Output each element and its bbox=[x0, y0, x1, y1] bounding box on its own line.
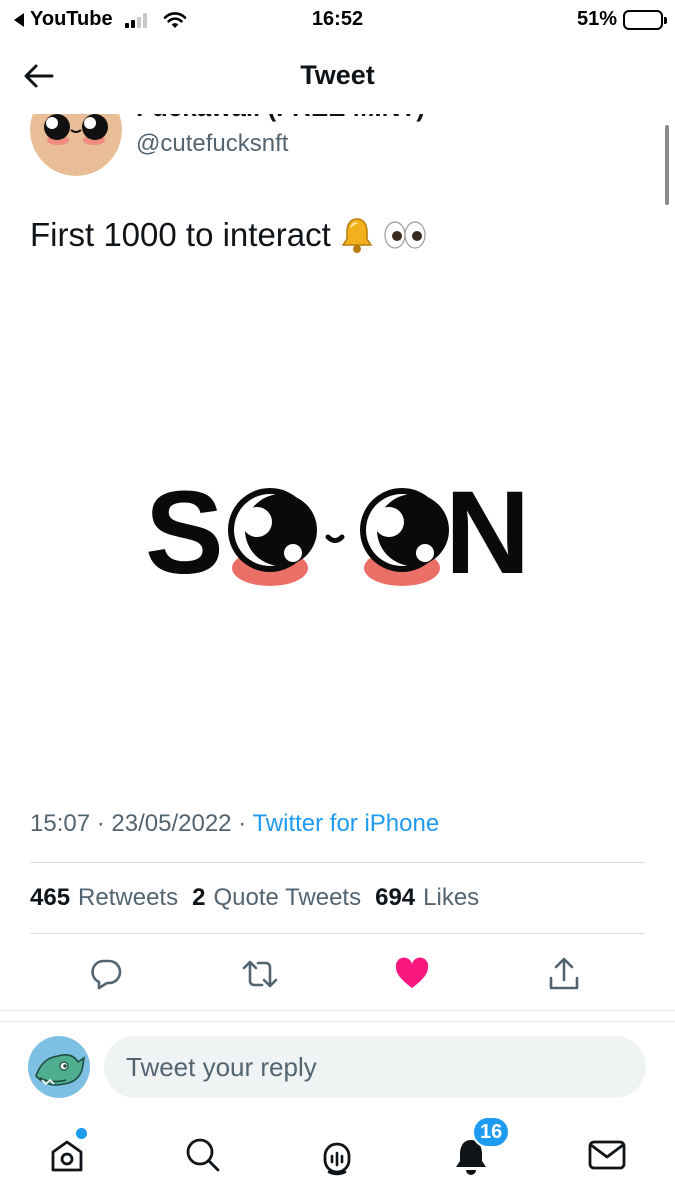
messages-icon bbox=[588, 1140, 626, 1170]
quotes-label: Quote Tweets bbox=[213, 884, 362, 911]
svg-text:N: N bbox=[445, 470, 530, 595]
tab-notifications[interactable]: 16 bbox=[446, 1116, 511, 1180]
page-title: Tweet bbox=[300, 60, 375, 90]
tweet-actions bbox=[0, 952, 675, 996]
search-icon bbox=[186, 1138, 220, 1172]
tab-messages[interactable] bbox=[582, 1130, 632, 1180]
meta-separator: · bbox=[96, 810, 105, 837]
tab-spaces[interactable] bbox=[312, 1130, 362, 1180]
tweet-stats: 465 Retweets 2 Quote Tweets 694 Likes bbox=[30, 884, 479, 912]
battery-icon bbox=[623, 9, 667, 30]
retweets-label: Retweets bbox=[78, 884, 179, 911]
like-button[interactable] bbox=[390, 952, 434, 996]
svg-text:S: S bbox=[145, 470, 224, 595]
notifications-badge: 16 bbox=[472, 1116, 511, 1148]
meta-separator-2: · bbox=[238, 810, 247, 837]
home-new-dot bbox=[76, 1128, 87, 1139]
tweet-date: 23/05/2022 bbox=[111, 810, 232, 837]
tab-search[interactable] bbox=[178, 1130, 228, 1180]
tweet-source-link[interactable]: Twitter for iPhone bbox=[252, 810, 439, 837]
tweet-body: First 1000 to interact bbox=[30, 216, 331, 253]
bottom-tab-bar: 16 bbox=[0, 1116, 675, 1200]
likes-label: Likes bbox=[423, 884, 480, 911]
tweet-time: 15:07 bbox=[30, 810, 91, 837]
retweets-stat[interactable]: 465 Retweets bbox=[30, 884, 178, 912]
status-bar: YouTube 16:52 51% bbox=[0, 0, 675, 38]
share-button[interactable] bbox=[542, 952, 586, 996]
section-separator bbox=[0, 1010, 675, 1022]
reply-button[interactable] bbox=[84, 952, 128, 996]
quote-tweets-stat[interactable]: 2 Quote Tweets bbox=[192, 884, 361, 912]
author-handle[interactable]: @cutefucksnft bbox=[136, 130, 288, 158]
like-icon bbox=[395, 957, 429, 988]
battery-status: 51% bbox=[576, 8, 667, 31]
tweet-media-image[interactable]: S N bbox=[145, 467, 535, 599]
divider bbox=[30, 933, 645, 934]
home-icon bbox=[51, 1140, 83, 1172]
divider bbox=[30, 862, 645, 863]
top-header: Tweet bbox=[0, 38, 675, 114]
retweets-count: 465 bbox=[30, 884, 71, 911]
reply-icon bbox=[91, 959, 122, 990]
clock: 16:52 bbox=[311, 8, 364, 30]
tab-home[interactable] bbox=[42, 1128, 92, 1180]
eyes-emoji-icon bbox=[383, 219, 427, 251]
battery-percent: 51% bbox=[576, 8, 617, 30]
retweet-button[interactable] bbox=[238, 952, 282, 996]
likes-stat[interactable]: 694 Likes bbox=[375, 884, 479, 912]
reply-input[interactable]: Tweet your reply bbox=[104, 1036, 646, 1098]
tweet-timestamp-line: 15:07 · 23/05/2022 · Twitter for iPhone bbox=[30, 810, 439, 838]
retweet-icon bbox=[242, 960, 278, 988]
current-user-avatar[interactable] bbox=[28, 1036, 90, 1098]
reply-composer: Tweet your reply bbox=[0, 1036, 675, 1098]
quotes-count: 2 bbox=[192, 884, 206, 911]
likes-count: 694 bbox=[375, 884, 416, 911]
scrollbar[interactable] bbox=[665, 125, 669, 205]
bell-emoji-icon bbox=[337, 215, 377, 255]
spaces-icon bbox=[323, 1142, 351, 1176]
tweet-text: First 1000 to interact bbox=[30, 215, 427, 255]
share-icon bbox=[549, 957, 579, 990]
